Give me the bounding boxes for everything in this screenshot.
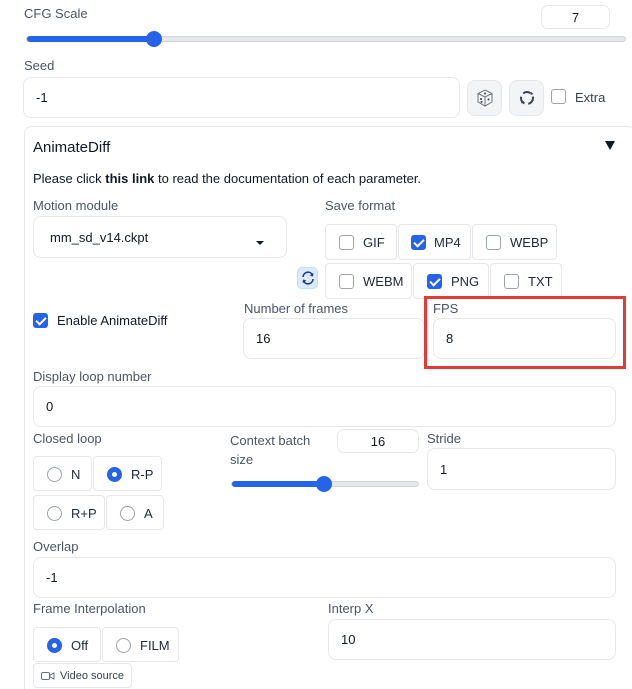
- doc-prefix: Please click: [33, 171, 106, 186]
- stride-label: Stride: [427, 431, 461, 446]
- mp4-checkbox[interactable]: [411, 235, 426, 250]
- overlap-input[interactable]: -1: [33, 557, 616, 598]
- closed-loop-r-plus-p-label: R+P: [71, 506, 97, 521]
- closed-loop-r-p-label: R-P: [131, 467, 154, 482]
- extra-label: Extra: [575, 90, 606, 105]
- fps-input[interactable]: 8: [433, 318, 616, 359]
- refresh-button[interactable]: [297, 267, 318, 289]
- context-batch-size-slider-fill: [232, 481, 324, 487]
- webp-checkbox[interactable]: [486, 235, 501, 250]
- cfg-scale-slider-fill: [27, 36, 154, 42]
- frame-interpolation-label: Frame Interpolation: [33, 601, 146, 616]
- extra-checkbox[interactable]: [551, 89, 566, 104]
- closed-loop-label: Closed loop: [33, 431, 102, 446]
- interp-x-label: Interp X: [328, 601, 374, 616]
- context-batch-size-label-line2: size: [230, 452, 254, 467]
- cfg-scale-slider[interactable]: [26, 31, 626, 47]
- motion-module-label: Motion module: [33, 198, 119, 213]
- closed-loop-r-p[interactable]: R-P: [93, 456, 162, 491]
- txt-checkbox[interactable]: [504, 274, 519, 289]
- doc-suffix: to read the documentation of each parame…: [154, 171, 422, 186]
- save-format-txt[interactable]: TXT: [490, 263, 562, 299]
- frame-interpolation-film-label: FILM: [140, 638, 170, 653]
- stride-input[interactable]: 1: [427, 448, 616, 490]
- closed-loop-r-p-radio[interactable]: [107, 467, 122, 482]
- frame-interpolation-off-radio[interactable]: [47, 638, 62, 653]
- closed-loop-r-plus-p[interactable]: R+P: [33, 495, 105, 530]
- cfg-scale-slider-thumb[interactable]: [146, 31, 162, 47]
- context-batch-size-label: Context batch size: [230, 431, 310, 469]
- webm-label: WEBM: [363, 274, 404, 289]
- save-format-mp4[interactable]: MP4: [398, 224, 471, 260]
- save-format-label: Save format: [325, 198, 396, 213]
- video-source-label: Video source: [60, 669, 125, 682]
- number-of-frames-label: Number of frames: [244, 301, 349, 316]
- closed-loop-n-radio[interactable]: [47, 467, 62, 482]
- txt-label: TXT: [528, 274, 553, 289]
- doc-link[interactable]: this link: [105, 171, 154, 186]
- closed-loop-n-label: N: [71, 467, 81, 482]
- context-batch-size-slider[interactable]: [231, 476, 419, 492]
- save-format-webp[interactable]: WEBP: [472, 224, 557, 260]
- cfg-scale-label: CFG Scale: [24, 6, 88, 21]
- interp-x-input[interactable]: 10: [328, 619, 616, 660]
- gif-label: GIF: [363, 235, 385, 250]
- closed-loop-a[interactable]: A: [106, 495, 164, 530]
- display-loop-number-label: Display loop number: [33, 369, 152, 384]
- recycle-icon: [519, 91, 534, 105]
- random-seed-button[interactable]: [467, 80, 502, 116]
- overlap-label: Overlap: [33, 539, 79, 554]
- closed-loop-n[interactable]: N: [33, 456, 92, 491]
- animatediff-title[interactable]: AnimateDiff: [33, 139, 110, 156]
- save-format-png[interactable]: PNG: [413, 263, 489, 299]
- motion-module-value: mm_sd_v14.ckpt: [50, 229, 149, 245]
- context-batch-size-slider-thumb[interactable]: [316, 476, 332, 492]
- documentation-text: Please click this link to read the docum…: [33, 171, 421, 186]
- png-checkbox[interactable]: [427, 274, 442, 289]
- context-batch-size-number[interactable]: 16: [337, 429, 419, 453]
- save-format-webm[interactable]: WEBM: [325, 263, 412, 299]
- dice-icon: [477, 89, 492, 107]
- display-loop-number-input[interactable]: 0: [33, 386, 616, 427]
- frame-interpolation-off[interactable]: Off: [33, 627, 101, 662]
- motion-module-select[interactable]: mm_sd_v14.ckpt: [33, 216, 287, 258]
- closed-loop-r-plus-p-radio[interactable]: [47, 506, 62, 521]
- webp-label: WEBP: [510, 235, 549, 250]
- cfg-scale-number[interactable]: 7: [541, 5, 610, 29]
- mp4-label: MP4: [434, 235, 461, 250]
- frame-interpolation-film-radio[interactable]: [116, 638, 131, 653]
- reuse-seed-button[interactable]: [509, 80, 544, 116]
- refresh-icon: [301, 271, 314, 285]
- context-batch-size-label-line1: Context batch: [230, 433, 311, 448]
- video-camera-icon: [41, 671, 55, 680]
- gif-checkbox[interactable]: [339, 235, 354, 250]
- seed-label: Seed: [24, 58, 55, 73]
- fps-label: FPS: [433, 301, 459, 316]
- webm-checkbox[interactable]: [339, 274, 354, 289]
- triangle-down-icon[interactable]: [604, 139, 616, 154]
- save-format-gif[interactable]: GIF: [325, 224, 397, 260]
- frame-interpolation-off-label: Off: [71, 638, 89, 653]
- closed-loop-a-label: A: [144, 506, 153, 521]
- frame-interpolation-film[interactable]: FILM: [102, 627, 179, 662]
- png-label: PNG: [451, 274, 480, 289]
- seed-input[interactable]: -1: [23, 77, 460, 118]
- enable-animatediff-checkbox[interactable]: [33, 313, 48, 328]
- video-source-tab[interactable]: Video source: [33, 663, 132, 688]
- enable-animatediff-label: Enable AnimateDiff: [57, 313, 168, 328]
- closed-loop-a-radio[interactable]: [120, 506, 135, 521]
- number-of-frames-input[interactable]: 16: [243, 318, 425, 359]
- chevron-down-icon: [255, 234, 265, 249]
